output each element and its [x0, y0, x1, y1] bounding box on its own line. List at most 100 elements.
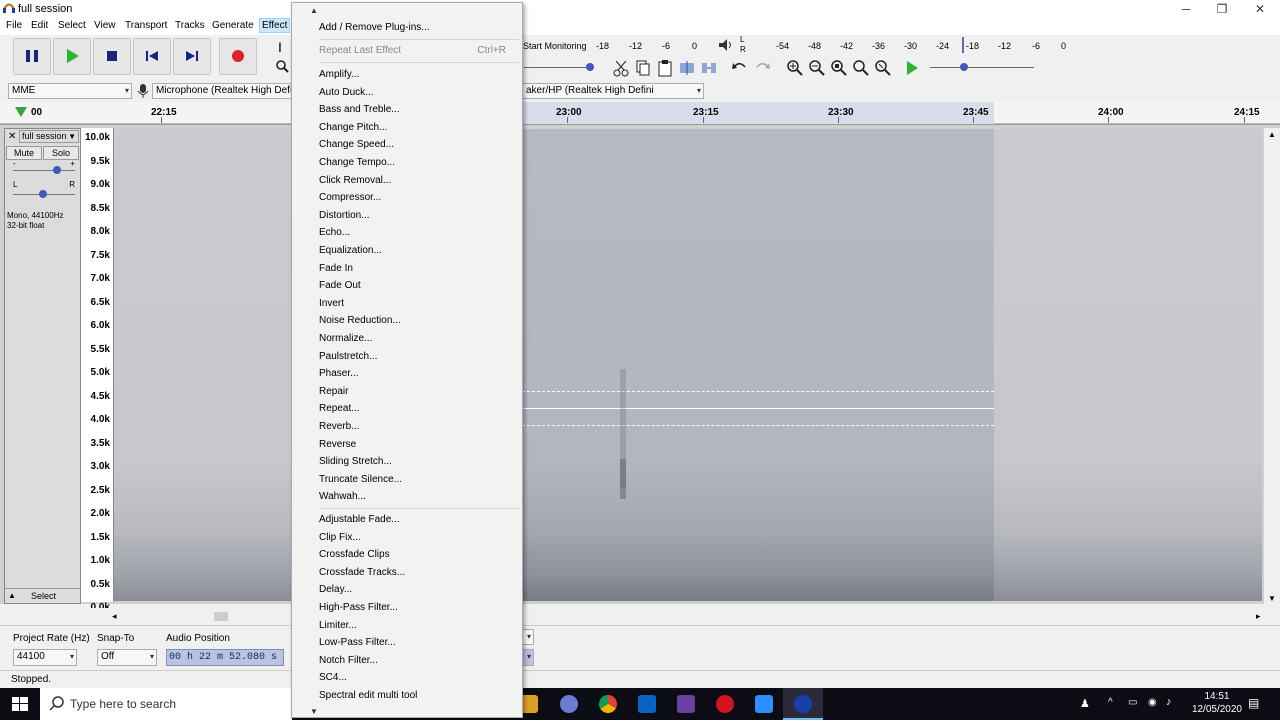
audio-host-select[interactable]: MME ▾ — [8, 83, 132, 99]
selection-tool-icon[interactable]: I — [278, 39, 282, 55]
taskbar-jw[interactable] — [666, 688, 706, 720]
menu-item-change-tempo[interactable]: Change Tempo... — [319, 157, 395, 168]
play-button[interactable] — [53, 38, 91, 75]
menu-item-compressor[interactable]: Compressor... — [319, 192, 381, 203]
menu-item-clip-fix[interactable]: Clip Fix... — [319, 532, 361, 543]
start-monitoring-label[interactable]: Start Monitoring — [523, 41, 587, 51]
start-button[interactable] — [0, 688, 40, 720]
skip-to-start-button[interactable] — [133, 38, 171, 75]
chevron-up-icon[interactable]: ^ — [1108, 697, 1113, 708]
taskbar-opera[interactable] — [705, 688, 745, 720]
solo-button[interactable]: Solo — [43, 146, 79, 160]
minimize-button[interactable]: ─ — [1168, 0, 1204, 18]
menu-item-sliding-stretch[interactable]: Sliding Stretch... — [319, 456, 392, 467]
menu-item-change-pitch[interactable]: Change Pitch... — [319, 122, 387, 133]
scroll-down-icon[interactable]: ▼ — [1268, 594, 1276, 603]
menu-item-spectral-edit-multi-tool[interactable]: Spectral edit multi tool — [319, 690, 417, 701]
menu-item-noise-reduction[interactable]: Noise Reduction... — [319, 315, 401, 326]
menu-item-phaser[interactable]: Phaser... — [319, 368, 358, 379]
play-at-speed-icon[interactable] — [902, 58, 922, 78]
audio-position-field[interactable]: 00 h 22 m 52.080 s — [166, 649, 284, 666]
taskbar-chrome[interactable] — [588, 688, 628, 720]
menu-item-bass-and-treble[interactable]: Bass and Treble... — [319, 104, 400, 115]
battery-icon[interactable]: ▭ — [1128, 697, 1137, 708]
play-head-marker-icon[interactable] — [15, 107, 27, 120]
menu-item-crossfade-clips[interactable]: Crossfade Clips — [319, 549, 390, 560]
track-select-button[interactable]: Select — [31, 591, 56, 601]
collapse-track-icon[interactable]: ▲ — [8, 591, 16, 600]
scroll-right-icon[interactable]: ▸ — [1256, 611, 1261, 622]
menu-item-amplify[interactable]: Amplify... — [319, 69, 359, 80]
menu-select[interactable]: Select — [58, 20, 86, 31]
zoom-in-icon[interactable] — [785, 58, 805, 78]
taskbar-outlook[interactable] — [627, 688, 667, 720]
menu-item-low-pass-filter[interactable]: Low-Pass Filter... — [319, 637, 396, 648]
recording-volume-slider[interactable] — [524, 60, 596, 74]
taskbar-clock[interactable]: 14:51 12/05/2020 — [1192, 690, 1242, 716]
taskbar-zoom[interactable] — [744, 688, 784, 720]
playback-meter[interactable]: -54 -48 -42 -36 -30 -24 -18 -12 -6 0 — [748, 35, 1078, 55]
stop-button[interactable] — [93, 38, 131, 75]
close-button[interactable]: ✕ — [1242, 0, 1278, 18]
taskbar-search-box[interactable]: Type here to search — [40, 688, 292, 720]
menu-item-repeat[interactable]: Repeat... — [319, 403, 360, 414]
menu-item-reverse[interactable]: Reverse — [319, 439, 356, 450]
menu-item-echo[interactable]: Echo... — [319, 227, 350, 238]
menu-item-truncate-silence[interactable]: Truncate Silence... — [319, 474, 402, 485]
menu-view[interactable]: View — [94, 20, 116, 31]
menu-item-equalization[interactable]: Equalization... — [319, 245, 382, 256]
playback-device-select[interactable]: aker/HP (Realtek High Defini ▾ — [522, 83, 704, 99]
scroll-thumb[interactable] — [214, 612, 228, 621]
record-button[interactable] — [219, 38, 257, 75]
menu-scroll-up-icon[interactable]: ▲ — [310, 6, 318, 15]
speaker-icon[interactable] — [718, 38, 734, 55]
menu-item-wahwah[interactable]: Wahwah... — [319, 491, 366, 502]
menu-item-normalize[interactable]: Normalize... — [319, 333, 372, 344]
menu-item-change-speed[interactable]: Change Speed... — [319, 139, 394, 150]
selection-end-field[interactable]: ▾ — [522, 649, 534, 666]
play-speed-slider[interactable] — [926, 60, 1038, 74]
menu-tracks[interactable]: Tracks — [175, 20, 205, 31]
menu-item-high-pass-filter[interactable]: High-Pass Filter... — [319, 602, 398, 613]
menu-item-paulstretch[interactable]: Paulstretch... — [319, 351, 377, 362]
horizontal-scrollbar[interactable]: ◂ ▸ — [0, 608, 1280, 625]
undo-icon[interactable] — [730, 58, 750, 78]
menu-item-notch-filter[interactable]: Notch Filter... — [319, 655, 378, 666]
track-close-button[interactable]: ✕ — [8, 131, 16, 142]
taskbar-audacity[interactable] — [783, 688, 823, 720]
pan-slider[interactable]: L R — [13, 180, 75, 199]
menu-effect[interactable]: Effect — [259, 18, 291, 33]
menu-item-invert[interactable]: Invert — [319, 298, 344, 309]
volume-icon[interactable]: ♪ — [1166, 696, 1172, 708]
menu-generate[interactable]: Generate — [212, 20, 254, 31]
mute-button[interactable]: Mute — [6, 146, 42, 160]
selection-format-select[interactable]: ▾ — [522, 629, 534, 645]
pause-button[interactable] — [13, 38, 51, 75]
menu-transport[interactable]: Transport — [125, 20, 167, 31]
menu-item-crossfade-tracks[interactable]: Crossfade Tracks... — [319, 567, 405, 578]
fit-selection-icon[interactable] — [829, 58, 849, 78]
maximize-button[interactable]: ❐ — [1204, 0, 1240, 18]
menu-item-distortion[interactable]: Distortion... — [319, 210, 370, 221]
zoom-toggle-icon[interactable] — [873, 58, 893, 78]
track-select-bar[interactable]: ▲ Select — [5, 588, 81, 604]
copy-icon[interactable] — [633, 58, 653, 78]
gain-slider[interactable]: - + — [13, 159, 75, 178]
menu-item-adjustable-fade[interactable]: Adjustable Fade... — [319, 514, 400, 525]
vertical-scrollbar[interactable]: ▲ ▼ — [1264, 128, 1280, 605]
scroll-up-icon[interactable]: ▲ — [1268, 130, 1276, 139]
redo-icon[interactable] — [752, 58, 772, 78]
menu-file[interactable]: File — [6, 20, 22, 31]
taskbar-app[interactable] — [549, 688, 589, 720]
recording-device-select[interactable]: Microphone (Realtek High Defini — [152, 83, 292, 99]
menu-edit[interactable]: Edit — [31, 20, 48, 31]
fit-project-icon[interactable] — [851, 58, 871, 78]
menu-item-fade-out[interactable]: Fade Out — [319, 280, 361, 291]
paste-icon[interactable] — [655, 58, 675, 78]
menu-item-repair[interactable]: Repair — [319, 386, 348, 397]
network-icon[interactable]: ◉ — [1148, 697, 1157, 708]
cut-icon[interactable] — [611, 58, 631, 78]
notifications-icon[interactable]: ▤ — [1248, 696, 1259, 710]
track-name-menu[interactable]: full session ▼ — [19, 130, 79, 143]
menu-item-click-removal[interactable]: Click Removal... — [319, 175, 391, 186]
